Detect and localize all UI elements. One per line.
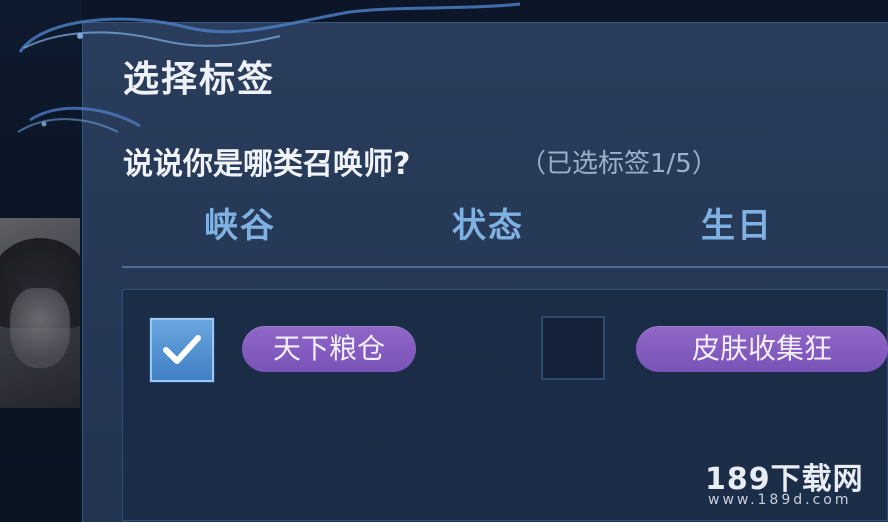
selected-count: （已选标签1/5） <box>520 149 718 179</box>
tag-checkbox-0[interactable] <box>150 318 214 382</box>
tag-label-1[interactable]: 皮肤收集狂 <box>636 326 888 372</box>
divider <box>122 266 888 268</box>
check-icon <box>163 335 201 364</box>
question-text: 说说你是哪类召唤师? <box>123 147 411 182</box>
tag-checkbox-1[interactable] <box>541 316 605 380</box>
tab-status[interactable]: 状态 <box>452 198 524 247</box>
tag-label-0[interactable]: 天下粮仓 <box>242 326 416 372</box>
watermark-url: www.189d.com <box>708 492 852 508</box>
dialog-title: 选择标签 <box>123 59 276 100</box>
hero-portrait <box>0 218 80 408</box>
tab-birthday[interactable]: 生日 <box>701 198 773 247</box>
tab-canyon[interactable]: 峡谷 <box>204 198 276 247</box>
